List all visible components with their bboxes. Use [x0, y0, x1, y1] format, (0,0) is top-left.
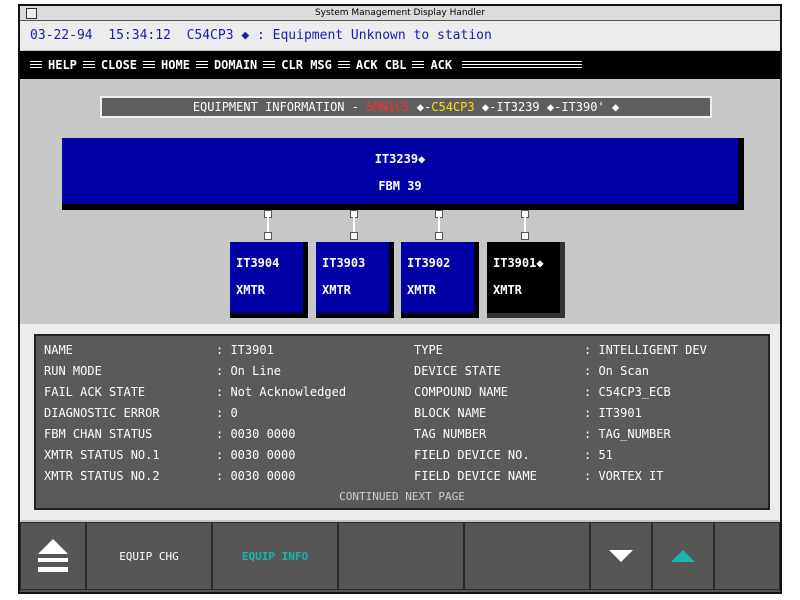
detail-value: : 0030 0000	[216, 448, 296, 462]
device-name: IT3904	[236, 256, 280, 270]
softkey-equip-info[interactable]: EQUIP INFO	[212, 522, 338, 590]
softkey-scroll-up[interactable]	[652, 522, 714, 590]
breadcrumb-separator: ◆	[604, 100, 620, 114]
breadcrumb-separator: ◆-	[539, 100, 562, 114]
detail-value: : C54CP3_ECB	[584, 385, 671, 399]
detail-label: RUN MODE	[44, 364, 102, 378]
detail-value: : INTELLIGENT DEV	[584, 343, 707, 357]
close-box-icon[interactable]	[26, 8, 37, 19]
breadcrumb-fbm[interactable]: IT3239	[496, 100, 539, 114]
fbm-name: IT3239◆	[374, 152, 426, 166]
detail-label: TYPE	[414, 343, 443, 357]
softkey-bar: EQUIP CHG EQUIP INFO	[20, 522, 780, 592]
menu-separator	[337, 60, 350, 70]
detail-value: : VORTEX IT	[584, 469, 664, 483]
status-date: 03-22-94	[30, 28, 93, 43]
fbm-label: FBM 39	[378, 179, 422, 193]
detail-label: XMTR STATUS NO.1	[44, 448, 160, 462]
device-it3903[interactable]: IT3903 XMTR	[316, 242, 394, 318]
display-window: System Management Display Handler 03-22-…	[18, 4, 782, 594]
detail-value: : TAG_NUMBER	[584, 427, 671, 441]
scroll-up-icon	[671, 550, 695, 562]
device-name: IT3903	[322, 256, 366, 270]
detail-label: DEVICE STATE	[414, 364, 501, 378]
softkey-blank-3[interactable]	[714, 522, 780, 590]
detail-label: FIELD DEVICE NO.	[414, 448, 530, 462]
device-type: XMTR	[407, 283, 436, 297]
breadcrumb-device[interactable]: IT390'	[561, 100, 604, 114]
detail-frame: NAME : IT3901 RUN MODE : On Line FAIL AC…	[20, 324, 780, 520]
device-it3904[interactable]: IT3904 XMTR	[230, 242, 308, 318]
title-bar: System Management Display Handler	[20, 6, 780, 21]
menu-ack[interactable]: ACK	[430, 58, 452, 72]
breadcrumb-separator: ◆-	[409, 100, 432, 114]
fbm-block[interactable]: IT3239◆ FBM 39	[62, 138, 744, 210]
softkey-scroll-down[interactable]	[590, 522, 652, 590]
detail-value: : 0030 0000	[216, 469, 296, 483]
detail-value: : IT3901	[216, 343, 274, 357]
softkey-equip-chg[interactable]: EQUIP CHG	[86, 522, 212, 590]
page-up-icon	[38, 539, 68, 572]
connector-pad	[435, 232, 443, 240]
detail-label: FBM CHAN STATUS	[44, 427, 153, 441]
detail-value: : 0	[216, 406, 238, 420]
connector-pad	[350, 232, 358, 240]
device-type: XMTR	[322, 283, 351, 297]
menu-separator	[412, 60, 425, 70]
equipment-info-banner: EQUIPMENT INFORMATION - SMN1C5 ◆-C54CP3 …	[100, 96, 712, 118]
device-type: XMTR	[236, 283, 265, 297]
detail-value: : On Scan	[584, 364, 650, 378]
status-time: 15:34:12	[108, 28, 171, 43]
menu-separator	[263, 60, 276, 70]
menu-clr-msg[interactable]: CLR MSG	[281, 58, 332, 72]
scroll-down-icon	[609, 550, 633, 562]
device-type: XMTR	[493, 283, 522, 297]
menu-separator	[143, 60, 156, 70]
breadcrumb-separator: ◆-	[474, 100, 497, 114]
menu-ack-cbl[interactable]: ACK CBL	[356, 58, 407, 72]
detail-value: : 51	[584, 448, 613, 462]
softkey-page-up[interactable]	[20, 522, 86, 590]
connector-pad	[264, 232, 272, 240]
detail-label: TAG NUMBER	[414, 427, 487, 441]
detail-label: COMPOUND NAME	[414, 385, 508, 399]
menu-domain[interactable]: DOMAIN	[214, 58, 257, 72]
menu-separator	[30, 60, 42, 70]
detail-label: FAIL ACK STATE	[44, 385, 146, 399]
softkey-blank-2[interactable]	[464, 522, 590, 590]
device-detail-panel: NAME : IT3901 RUN MODE : On Line FAIL AC…	[34, 334, 770, 510]
detail-value: : Not Acknowledged	[216, 385, 347, 399]
menu-separator	[82, 60, 95, 70]
menu-separator	[462, 60, 583, 70]
banner-prefix: EQUIPMENT INFORMATION -	[192, 100, 359, 114]
softkey-blank-1[interactable]	[338, 522, 464, 590]
continued-next-page[interactable]: CONTINUED NEXT PAGE	[36, 490, 768, 503]
detail-label: NAME	[44, 343, 73, 357]
detail-label: XMTR STATUS NO.2	[44, 469, 160, 483]
device-it3901-selected[interactable]: IT3901◆ XMTR	[487, 242, 565, 318]
detail-value: : IT3901	[584, 406, 642, 420]
menu-separator	[195, 60, 208, 70]
menu-home[interactable]: HOME	[161, 58, 190, 72]
connector-pad	[521, 232, 529, 240]
device-name: IT3901◆	[493, 256, 544, 270]
status-line: 03-22-94 15:34:12 C54CP3 ◆ : Equipment U…	[20, 21, 780, 50]
breadcrumb-compound[interactable]: C54CP3	[431, 100, 474, 114]
detail-label: FIELD DEVICE NAME	[414, 469, 537, 483]
device-it3902[interactable]: IT3902 XMTR	[401, 242, 479, 318]
breadcrumb-smn[interactable]: SMN1C5	[366, 100, 409, 114]
device-name: IT3902	[407, 256, 451, 270]
detail-label: DIAGNOSTIC ERROR	[44, 406, 160, 420]
detail-label: BLOCK NAME	[414, 406, 487, 420]
detail-value: : On Line	[216, 364, 282, 378]
status-message: C54CP3 ◆ : Equipment Unknown to station	[186, 28, 492, 43]
menu-close[interactable]: CLOSE	[101, 58, 137, 72]
menu-help[interactable]: HELP	[48, 58, 77, 72]
detail-value: : 0030 0000	[216, 427, 296, 441]
menu-bar: HELP CLOSE HOME DOMAIN CLR MSG ACK CBL A…	[20, 51, 780, 79]
window-title: System Management Display Handler	[314, 8, 486, 18]
